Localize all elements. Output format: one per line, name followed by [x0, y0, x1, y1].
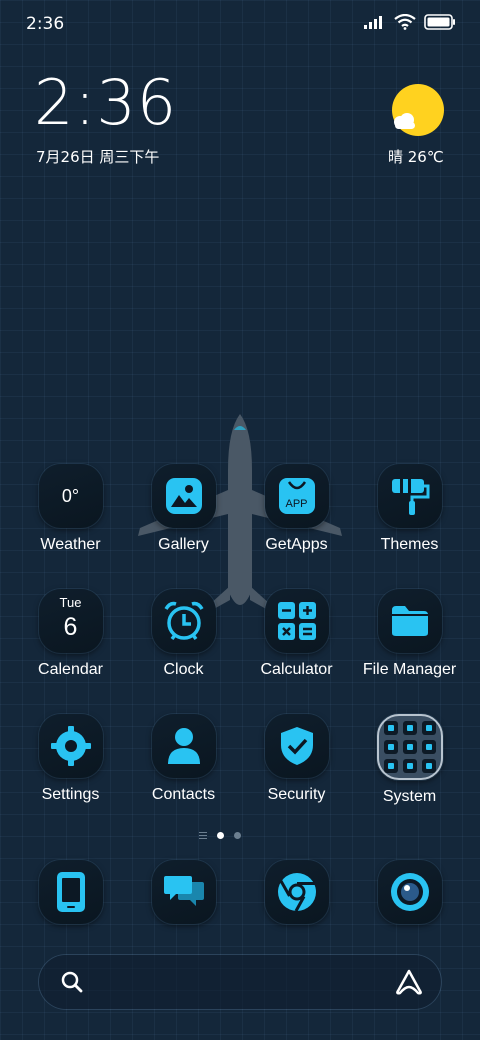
app-settings[interactable]: Settings [14, 714, 127, 804]
dock-phone[interactable] [14, 860, 127, 924]
app-label: Clock [163, 661, 204, 678]
weather-widget-text: 晴 26℃ [388, 148, 444, 166]
app-contacts[interactable]: Contacts [127, 714, 240, 804]
app-clock[interactable]: Clock [127, 589, 240, 679]
clock-widget-time[interactable]: 2:36 [34, 72, 177, 134]
calendar-day: Tue [59, 595, 82, 610]
camera-icon[interactable] [377, 860, 442, 924]
search-bar[interactable] [39, 955, 441, 1009]
app-file-manager[interactable]: File Manager [353, 589, 466, 679]
wifi-icon [394, 14, 416, 30]
weather-icon[interactable]: 0° [38, 464, 103, 528]
app-label: Gallery [158, 536, 209, 553]
dock-messages[interactable] [127, 860, 240, 924]
getapps-badge: APP [285, 498, 308, 510]
calendar-icon[interactable]: Tue 6 [38, 589, 103, 653]
app-label: GetApps [265, 536, 328, 553]
app-security[interactable]: Security [240, 714, 353, 804]
app-calculator[interactable]: Calculator [240, 589, 353, 679]
shield-icon[interactable] [264, 714, 329, 778]
app-label: Security [267, 786, 326, 803]
assistant-icon[interactable] [395, 969, 423, 995]
search-icon[interactable] [61, 971, 83, 993]
app-gallery[interactable]: Gallery [127, 464, 240, 554]
cloud-icon [394, 113, 415, 129]
app-system-folder[interactable]: System [353, 714, 466, 806]
page-dot-active[interactable] [217, 832, 224, 839]
messages-icon[interactable] [151, 860, 216, 924]
app-calendar[interactable]: Tue 6 Calendar [14, 589, 127, 679]
dock-browser[interactable] [240, 860, 353, 924]
calculator-icon[interactable] [264, 589, 329, 653]
app-label: Calendar [38, 661, 103, 678]
app-label: Settings [41, 786, 100, 803]
signal-icon [364, 16, 382, 29]
app-themes[interactable]: Themes [353, 464, 466, 554]
gallery-icon[interactable] [151, 464, 216, 528]
app-label: Calculator [260, 661, 333, 678]
dock-camera[interactable] [353, 860, 466, 924]
battery-icon [424, 14, 455, 30]
app-label: File Manager [362, 661, 457, 678]
app-label: Weather [40, 536, 101, 553]
folder-grid-icon[interactable] [376, 714, 443, 780]
folder-icon[interactable] [377, 589, 442, 653]
app-weather[interactable]: 0° Weather [14, 464, 127, 554]
app-label: Contacts [151, 786, 216, 803]
folder-app-grid [383, 721, 436, 773]
phone-icon[interactable] [38, 860, 103, 924]
clock-widget-date: 7月26日 周三下午 [36, 148, 160, 166]
themes-icon[interactable] [377, 464, 442, 528]
getapps-icon[interactable]: APP [264, 464, 329, 528]
app-label: System [382, 788, 437, 805]
status-icons [364, 14, 456, 30]
calendar-date: 6 [63, 613, 78, 641]
app-label: Themes [380, 536, 439, 553]
page-indicator[interactable] [199, 830, 241, 841]
app-getapps[interactable]: APP GetApps [240, 464, 353, 554]
alarm-clock-icon[interactable] [151, 589, 216, 653]
list-icon [199, 830, 207, 841]
gear-icon[interactable] [38, 714, 103, 778]
weather-temp: 0° [61, 485, 80, 506]
contacts-icon[interactable] [151, 714, 216, 778]
browser-icon[interactable] [264, 860, 329, 924]
page-dot[interactable] [234, 832, 241, 839]
status-time: 2:36 [26, 14, 65, 34]
